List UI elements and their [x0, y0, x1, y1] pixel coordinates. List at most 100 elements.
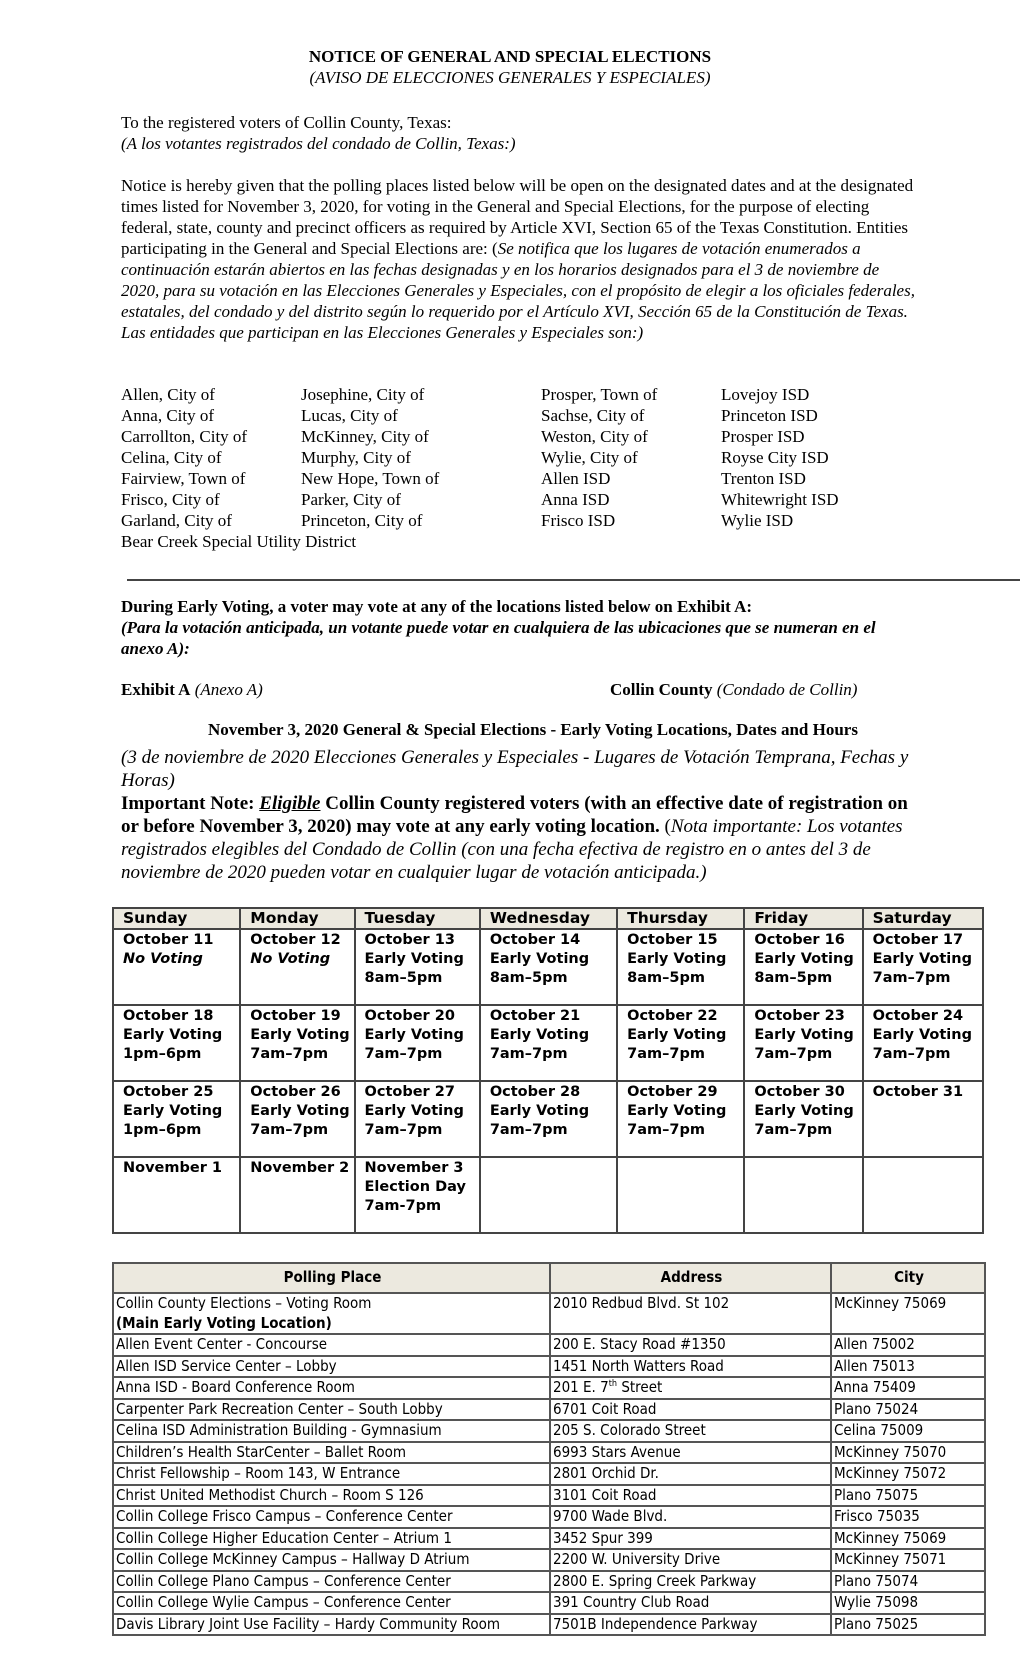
- title-es: (AVISO DE ELECCIONES GENERALES Y ESPECIA…: [309, 68, 711, 87]
- calendar-day-cell: October 21 Early Voting 7am–7pm: [478, 1004, 619, 1082]
- polling-place-cell: Allen ISD Service Center – Lobby: [112, 1354, 551, 1378]
- calendar-day-cell: October 14 Early Voting 8am–5pm: [478, 928, 619, 1006]
- calendar-day-header: Sunday: [111, 907, 242, 930]
- calendar-date: October 27: [364, 1084, 455, 1100]
- calendar-day-cell: October 11 No Voting: [111, 928, 242, 1006]
- city-cell: Plano 75074: [830, 1569, 986, 1593]
- calendar-hours: 8am–5pm: [754, 970, 833, 986]
- salutation: To the registered voters of Collin Count…: [121, 112, 921, 154]
- calendar-hours: 7am–7pm: [754, 1122, 833, 1138]
- calendar-day-cell: [478, 1156, 619, 1234]
- schedule-heading: November 3, 2020 General & Special Elect…: [208, 720, 858, 739]
- table-row: Allen ISD Service Center – Lobby 1451 Nor…: [112, 1354, 986, 1378]
- schedule-heading-es: (3 de noviembre de 2020 Elecciones Gener…: [121, 747, 909, 791]
- calendar-date: October 20: [364, 1008, 455, 1024]
- polling-place-cell: Celina ISD Administration Building - Gym…: [112, 1419, 551, 1443]
- polling-place-name: Davis Library Joint Use Facility – Hardy…: [116, 1614, 500, 1633]
- table-row: Christ United Methodist Church – Room S …: [112, 1483, 986, 1507]
- entity-item: Wylie ISD: [721, 511, 794, 530]
- polling-place-name: Collin College Wylie Campus – Conference…: [116, 1593, 451, 1611]
- calendar-week: October 11 No Voting October 12 No Voting Oc…: [111, 928, 985, 1006]
- calendar-day-cell: October 18 Early Voting 1pm–6pm: [111, 1004, 242, 1082]
- calendar-day-cell: October 26 Early Voting 7am–7pm: [239, 1080, 356, 1158]
- polling-place-name: Christ United Methodist Church – Room S …: [116, 1485, 424, 1504]
- entity-item: Prosper ISD: [721, 427, 805, 446]
- calendar-date: October 21: [489, 1008, 581, 1024]
- polling-place-name: Allen Event Center - Concourse: [116, 1335, 328, 1353]
- calendar-day-cell: November 3 Election Day 7am-7pm: [353, 1156, 481, 1234]
- polling-place-cell: Anna ISD - Board Conference Room: [112, 1376, 551, 1400]
- table-row: Collin College Higher Education Center –…: [112, 1526, 986, 1550]
- polling-place-cell: Collin College Wylie Campus – Conference…: [112, 1591, 551, 1615]
- calendar-day-cell: October 16 Early Voting 8am–5pm: [743, 928, 864, 1006]
- address-cell: 9700 Wade Blvd.: [549, 1505, 832, 1529]
- calendar-week: October 18 Early Voting 1pm–6pm October 19 E…: [111, 1004, 985, 1082]
- section-divider: [127, 579, 1020, 581]
- table-row: Davis Library Joint Use Facility – Hardy…: [112, 1612, 986, 1636]
- city-cell: Wylie 75098: [830, 1591, 986, 1615]
- address-cell: 2800 E. Spring Creek Parkway: [549, 1569, 832, 1593]
- entity-item: Lovejoy ISD: [721, 385, 810, 404]
- calendar-hours: 7am–7pm: [627, 1046, 705, 1062]
- address-cell: 2200 W. University Drive: [549, 1548, 832, 1572]
- polling-place-cell: Carpenter Park Recreation Center – South…: [112, 1397, 551, 1421]
- calendar-hours: 8am–5pm: [627, 970, 705, 986]
- calendar-date: October 29: [627, 1084, 718, 1100]
- calendar-hours: 7am–7pm: [364, 1046, 443, 1062]
- important-note: Important Note: Eligible Collin County r…: [121, 793, 908, 883]
- entity-item: Josephine, City of: [301, 385, 425, 404]
- calendar-date: October 18: [123, 1008, 214, 1024]
- salutation-en: To the registered voters of Collin Count…: [121, 113, 452, 132]
- entity-item: New Hope, Town of: [301, 469, 440, 488]
- calendar-hours: 7am–7pm: [489, 1046, 568, 1062]
- early-voting-statement: During Early Voting, a voter may vote at…: [121, 596, 921, 659]
- polling-place-name: Collin College Higher Education Center –…: [116, 1528, 452, 1547]
- calendar-hours: 7am–7pm: [754, 1046, 833, 1062]
- city-cell: Allen 75013: [830, 1354, 986, 1378]
- entity-item: Lucas, City of: [301, 406, 398, 425]
- entity-item: Weston, City of: [541, 427, 648, 446]
- calendar-date: October 25: [123, 1084, 214, 1100]
- calendar-day-cell: [743, 1156, 864, 1234]
- table-row: Collin College Frisco Campus – Conferenc…: [112, 1505, 986, 1529]
- calendar-date: October 22: [627, 1008, 718, 1024]
- entities-column-4: Lovejoy ISD Princeton ISD Prosper ISD Royse…: [721, 384, 839, 531]
- calendar-status: Early Voting: [489, 1027, 590, 1043]
- entity-item: Princeton ISD: [721, 406, 818, 425]
- calendar-hours: 7am–7pm: [250, 1046, 329, 1062]
- calendar-status: Early Voting: [627, 951, 727, 967]
- table-row: Collin College Plano Campus – Conference…: [112, 1569, 986, 1593]
- calendar-status: Early Voting: [872, 951, 972, 967]
- polling-place-note: (Main Early Voting Location): [116, 1313, 332, 1332]
- important-note-label: Important Note:: [121, 793, 260, 814]
- city-cell: Frisco 75035: [830, 1505, 986, 1529]
- polling-place-cell: Collin County Elections – Voting Room (Ma…: [112, 1292, 551, 1335]
- calendar-date: October 30: [754, 1084, 845, 1100]
- polling-place-name: Allen ISD Service Center – Lobby: [116, 1356, 337, 1375]
- calendar-status: Early Voting: [627, 1027, 727, 1043]
- calendar-status: Early Voting: [123, 1027, 223, 1043]
- table-row: Collin College McKinney Campus – Hallway…: [112, 1548, 986, 1572]
- early-voting-calendar: Sunday Monday Tuesday Wednesday Thursday Frid…: [111, 907, 985, 1234]
- entity-item: McKinney, City of: [301, 427, 429, 446]
- polling-place-cell: Christ United Methodist Church – Room S …: [112, 1483, 551, 1507]
- calendar-hours: 7am–7pm: [872, 970, 951, 986]
- city-cell: Plano 75024: [830, 1397, 986, 1421]
- calendar-day-cell: October 28 Early Voting 7am–7pm: [478, 1080, 619, 1158]
- calendar-date: November 2: [250, 1160, 350, 1176]
- calendar-hours: 7am–7pm: [250, 1122, 329, 1138]
- calendar-day-cell: November 1: [111, 1156, 242, 1234]
- calendar-hours: 8am–5pm: [364, 970, 443, 986]
- early-voting-es: (Para la votación anticipada, un votante…: [121, 618, 876, 658]
- address-cell: 201 E. 7th Street: [549, 1376, 832, 1400]
- address-cell: 6701 Coit Road: [549, 1397, 832, 1421]
- calendar-hours: 8am–5pm: [489, 970, 568, 986]
- calendar-date: October 17: [872, 932, 964, 948]
- notice-title: NOTICE OF GENERAL AND SPECIAL ELECTIONS …: [0, 46, 1020, 88]
- address-cell: 3101 Coit Road: [549, 1483, 832, 1507]
- entity-item: Bear Creek Special Utility District: [121, 532, 357, 551]
- calendar-date: October 19: [250, 1008, 341, 1024]
- calendar-hours: 1pm–6pm: [123, 1122, 202, 1138]
- polling-place-name: Collin College Plano Campus – Conference…: [116, 1571, 451, 1590]
- calendar-day-cell: October 22 Early Voting 7am–7pm: [616, 1004, 746, 1082]
